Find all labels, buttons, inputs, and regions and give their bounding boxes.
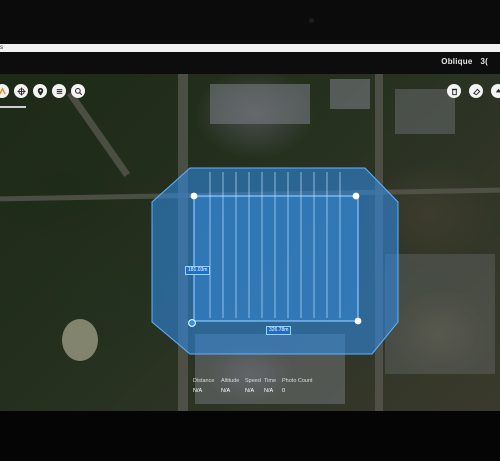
camera-dot: [309, 18, 314, 23]
stat-photo-count-value: 0: [282, 388, 286, 394]
vertex-handle-bottom-left[interactable]: [188, 319, 196, 327]
list-icon: [56, 88, 62, 94]
search-button[interactable]: [71, 84, 85, 98]
stat-altitude-value: N/A: [221, 388, 231, 394]
stat-altitude: Altitude N/A: [221, 378, 239, 395]
stat-speed-label: Speed: [245, 378, 261, 384]
address-strip-text: s: [0, 45, 3, 51]
satellite-map[interactable]: [0, 74, 500, 411]
list-button[interactable]: [52, 84, 66, 98]
location-pin-button[interactable]: [33, 84, 47, 98]
stat-time-label: Time: [264, 378, 277, 384]
app-screen: s Oblique 3(181.03m 326.78m: [0, 44, 500, 411]
upload-button[interactable]: [491, 84, 500, 98]
vertex-handle-top-left[interactable]: [190, 192, 198, 200]
stat-photo-count: Photo Count 0: [282, 378, 313, 395]
route-button[interactable]: [0, 84, 9, 98]
stat-distance: Distance N/A: [193, 378, 214, 395]
address-strip: s: [0, 44, 500, 52]
eraser-icon: [472, 88, 480, 95]
stat-time-value: N/A: [264, 388, 274, 394]
eraser-button[interactable]: [469, 84, 483, 98]
mission-stats-panel: Distance N/A Altitude N/A Speed N/A Time…: [193, 378, 323, 398]
device-bottom-bezel: [0, 411, 500, 461]
edge-length-bottom: 326.78m: [266, 326, 292, 335]
view-mode-switch: Oblique 3(: [441, 57, 488, 66]
stat-speed: Speed N/A: [245, 378, 261, 395]
survey-boundary: [193, 195, 359, 322]
edge-length-left: 181.03m: [185, 266, 211, 275]
vertex-handle-bottom-right[interactable]: [354, 317, 362, 325]
view-mode-3d[interactable]: 3(: [480, 57, 488, 66]
top-toolbar: Oblique 3(: [0, 52, 500, 74]
crosshair-button[interactable]: [14, 84, 28, 98]
up-arrow-icon: [495, 88, 500, 92]
search-icon: [74, 87, 82, 95]
stat-altitude-label: Altitude: [221, 378, 240, 384]
stat-speed-value: N/A: [245, 388, 255, 394]
right-toolbar: [439, 78, 500, 104]
stat-distance-value: N/A: [193, 388, 203, 394]
left-toolbar: [0, 78, 90, 104]
trash-icon: [451, 88, 457, 95]
stat-distance-label: Distance: [193, 378, 215, 384]
stat-time: Time N/A: [264, 378, 276, 395]
vertex-handle-top-right[interactable]: [352, 192, 360, 200]
delete-button[interactable]: [447, 84, 461, 98]
device-top-bezel: [0, 0, 500, 44]
location-pin-icon: [37, 87, 43, 96]
toolbar-underline: [0, 106, 26, 108]
crosshair-icon: [16, 86, 26, 96]
survey-polygon[interactable]: [0, 74, 500, 411]
view-mode-oblique[interactable]: Oblique: [441, 57, 472, 66]
route-icon: [0, 86, 6, 95]
stat-photo-count-label: Photo Count: [282, 378, 313, 384]
